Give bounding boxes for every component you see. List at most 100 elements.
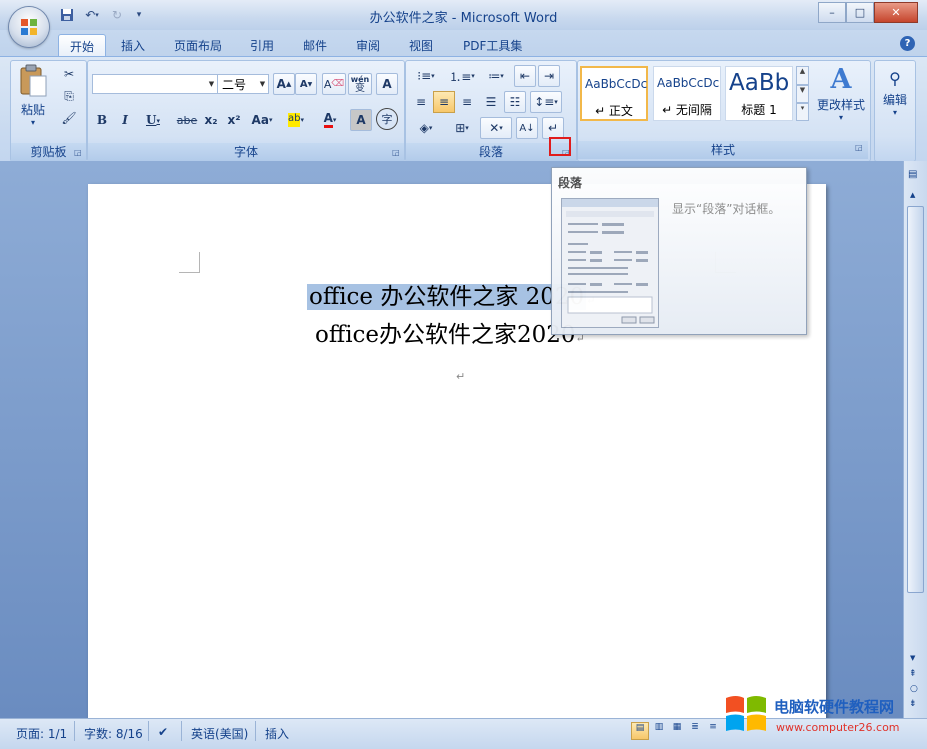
chevron-down-icon[interactable]: ▼: [257, 75, 268, 93]
multilevel-list-button[interactable]: ≔ ▾: [480, 65, 512, 87]
chevron-up-icon[interactable]: ▲: [796, 66, 809, 85]
copy-icon[interactable]: ⎘: [59, 85, 79, 107]
line-2-text: office办公软件之家2020: [315, 322, 576, 348]
scroll-down-icon[interactable]: ▼: [910, 654, 915, 662]
binoculars-icon: ⚲: [889, 69, 901, 88]
ruler-toggle-icon[interactable]: ▤: [908, 169, 917, 180]
draft-icon[interactable]: ≡: [705, 722, 721, 738]
print-layout-icon[interactable]: ▤: [631, 722, 649, 740]
style-heading-1[interactable]: AaBb 标题 1: [725, 66, 793, 121]
outline-icon[interactable]: ≣: [687, 722, 703, 738]
clear-formatting-button[interactable]: A ⌫: [322, 73, 346, 95]
line-spacing-button[interactable]: ↕≡ ▾: [530, 91, 562, 113]
site-watermark: 电脑软硬件教程网 www.computer26.com: [720, 690, 920, 745]
tab-view[interactable]: 视图: [398, 34, 444, 56]
margin-corner-mark: [179, 252, 200, 273]
clipboard-launcher-icon[interactable]: ◲: [74, 148, 83, 157]
chevron-down-icon[interactable]: ▼: [796, 84, 809, 104]
paragraph-tooltip: 段落 显示“段落”对话框。: [551, 167, 807, 335]
windows-logo-icon: [726, 696, 766, 731]
grow-font-button[interactable]: A ▲: [273, 73, 295, 95]
style-heading-1-sample: AaBb: [729, 70, 790, 96]
previous-page-icon[interactable]: ⇞: [909, 669, 917, 679]
format-painter-icon[interactable]: 🖌: [59, 107, 79, 129]
change-styles-icon: A: [830, 64, 852, 95]
maximize-button[interactable]: □: [846, 2, 874, 23]
shading-button[interactable]: ◈ ▾: [410, 117, 442, 139]
character-shading-button[interactable]: A: [350, 109, 372, 131]
increase-indent-button[interactable]: ⇥: [538, 65, 560, 87]
tooltip-title: 段落: [558, 176, 583, 190]
help-icon[interactable]: ?: [900, 36, 915, 51]
paragraph-launcher-highlight: [549, 137, 571, 156]
decrease-indent-button[interactable]: ⇤: [514, 65, 536, 87]
align-right-button[interactable]: ≡: [456, 91, 478, 113]
highlight-color-button[interactable]: ab ▾: [279, 109, 313, 131]
align-left-button[interactable]: ≡: [410, 91, 432, 113]
styles-launcher-icon[interactable]: ◲: [855, 143, 863, 152]
font-color-button[interactable]: A ▾: [314, 109, 346, 131]
font-launcher-icon[interactable]: ◲: [392, 148, 401, 157]
asian-layout-button[interactable]: ✕ ▾: [480, 117, 512, 139]
justify-button[interactable]: ☰: [480, 91, 502, 113]
tab-insert[interactable]: 插入: [110, 34, 156, 56]
word-count[interactable]: 字数: 8/16: [84, 725, 143, 742]
paste-button[interactable]: 粘贴 ▾: [16, 64, 50, 127]
paste-icon: [20, 64, 47, 97]
borders-button[interactable]: ⊞ ▾: [446, 117, 478, 139]
document-line-2[interactable]: office办公软件之家2020↵: [315, 315, 585, 349]
font-size-combo[interactable]: 二号 ▼: [217, 74, 269, 94]
status-separator: [148, 721, 149, 741]
vertical-scrollbar[interactable]: ▤ ▲ ▼ ⇞ ○ ⇟: [903, 161, 927, 718]
paste-label: 粘贴: [20, 103, 45, 117]
editing-label: 编辑: [882, 93, 907, 107]
language-indicator[interactable]: 英语(美国): [191, 725, 248, 742]
bold-button[interactable]: B: [92, 109, 112, 131]
tab-references[interactable]: 引用: [239, 34, 285, 56]
shrink-font-button[interactable]: A ▼: [295, 73, 317, 95]
watermark-title: 电脑软硬件教程网: [774, 698, 895, 716]
numbering-button[interactable]: ⒈≡ ▾: [446, 65, 478, 87]
proofing-icon[interactable]: ✔: [158, 725, 168, 739]
page-count[interactable]: 页面: 1/1: [16, 725, 67, 742]
enclose-characters-button[interactable]: 字: [376, 108, 398, 130]
gallery-more-icon[interactable]: ▾: [796, 103, 809, 121]
bullets-button[interactable]: ⁝≡ ▾: [410, 65, 442, 87]
font-size-value: 二号: [222, 77, 247, 92]
underline-button[interactable]: U ▾: [138, 109, 168, 131]
distributed-button[interactable]: ☷: [504, 91, 526, 113]
style-normal[interactable]: AaBbCcDc ↵ 正文: [580, 66, 648, 121]
watermark-url: www.computer26.com: [776, 721, 900, 734]
tab-page-layout[interactable]: 页面布局: [163, 34, 233, 56]
scroll-thumb[interactable]: [907, 206, 924, 593]
italic-button[interactable]: I: [115, 109, 135, 131]
subscript-button[interactable]: x₂: [200, 109, 222, 131]
close-button[interactable]: ✕: [874, 2, 918, 23]
style-no-spacing[interactable]: AaBbCcDc ↵ 无间隔: [653, 66, 721, 121]
full-screen-reading-icon[interactable]: ▥: [651, 722, 667, 738]
show-hide-marks-button[interactable]: ↵: [542, 117, 564, 139]
chevron-down-icon[interactable]: ▼: [206, 75, 217, 93]
font-name-combo[interactable]: ▼: [92, 74, 218, 94]
tab-pdf-tools[interactable]: PDF工具集: [452, 34, 533, 56]
strikethrough-button[interactable]: abe: [174, 109, 200, 131]
phonetic-guide-button[interactable]: wén 变: [348, 73, 372, 95]
superscript-button[interactable]: x²: [223, 109, 245, 131]
sort-button[interactable]: A↓: [516, 117, 538, 139]
change-styles-label: 更改样式: [816, 98, 865, 112]
minimize-button[interactable]: –: [818, 2, 846, 23]
tab-home[interactable]: 开始: [58, 34, 107, 57]
style-no-spacing-sample: AaBbCcDc: [657, 76, 719, 90]
office-button[interactable]: [9, 7, 49, 47]
change-case-button[interactable]: Aa ▾: [247, 109, 277, 131]
character-border-button[interactable]: A: [376, 73, 398, 95]
tab-review[interactable]: 审阅: [345, 34, 391, 56]
scroll-up-icon[interactable]: ▲: [910, 191, 915, 199]
web-layout-icon[interactable]: ▦: [669, 722, 685, 738]
cut-icon[interactable]: ✂: [59, 63, 79, 85]
align-center-button[interactable]: ≡: [433, 91, 455, 113]
change-styles-button[interactable]: A 更改样式 ▾: [814, 64, 868, 122]
insert-mode-indicator[interactable]: 插入: [265, 725, 289, 742]
tab-mailings[interactable]: 邮件: [292, 34, 338, 56]
editing-button[interactable]: ⚲ 编辑 ▾: [877, 67, 913, 117]
